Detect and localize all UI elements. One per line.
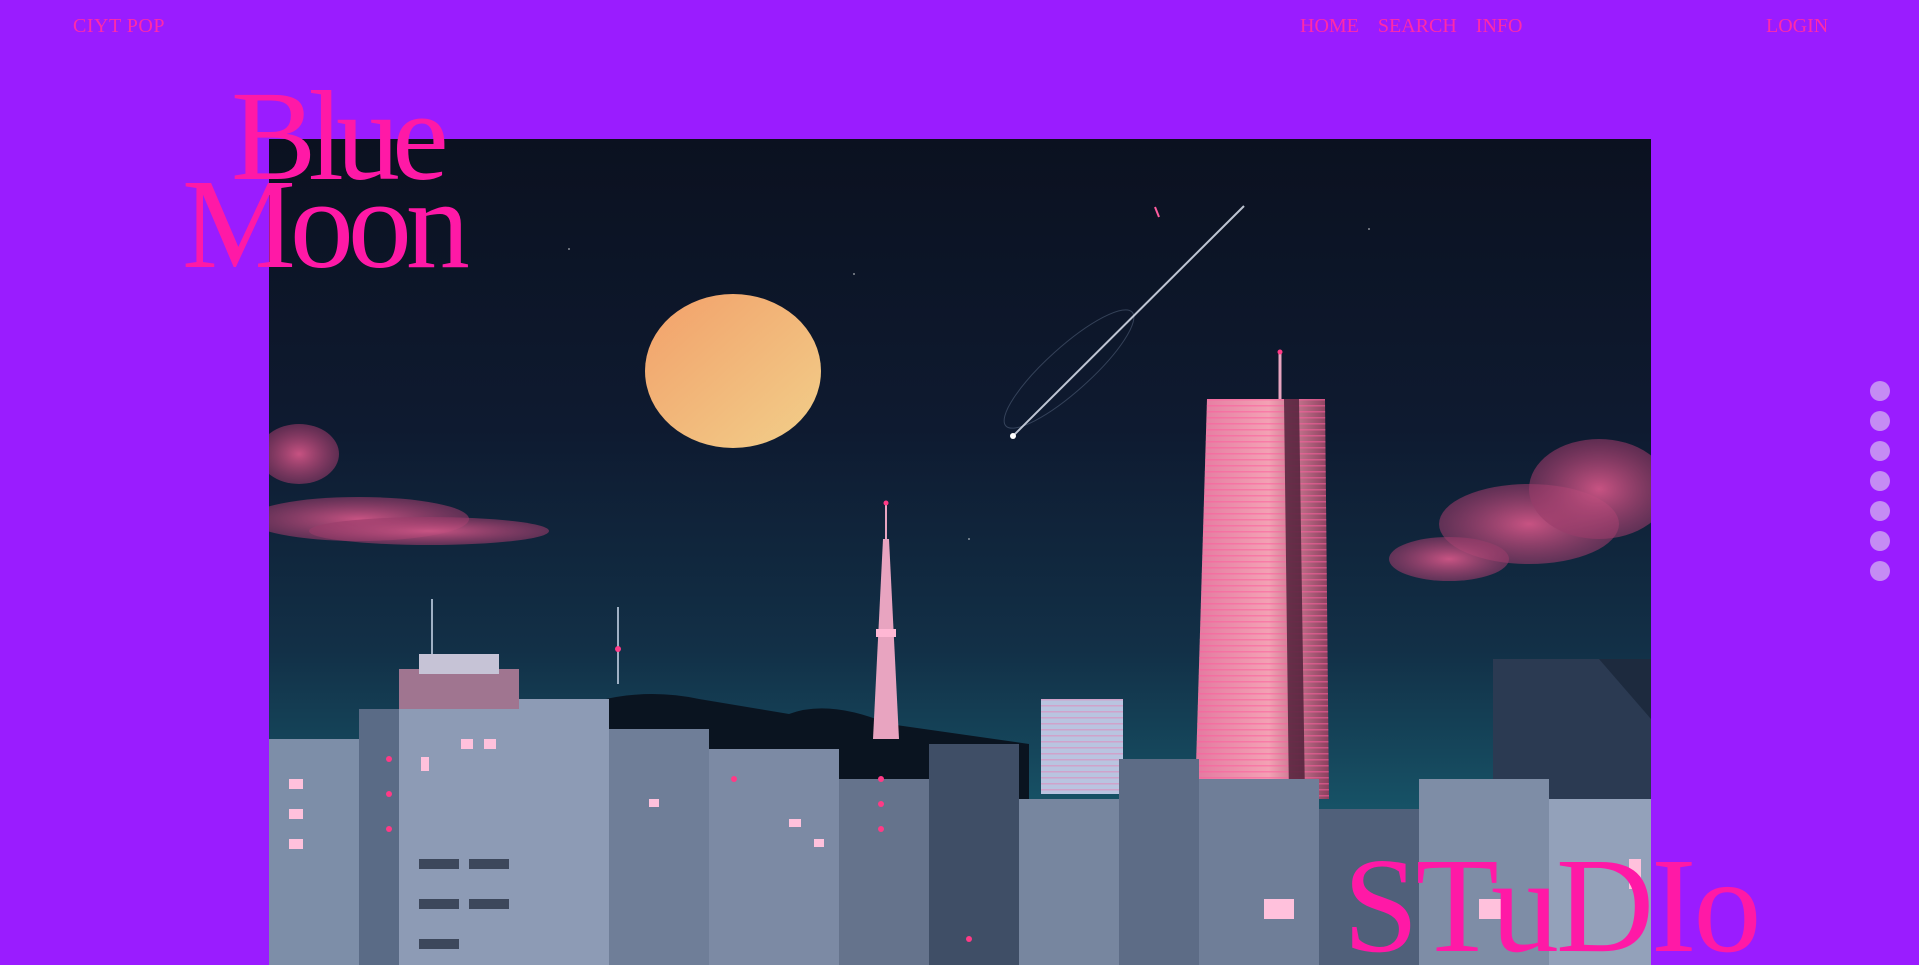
nav-search[interactable]: SEARCH <box>1378 15 1457 38</box>
pager-dot-4[interactable] <box>1870 471 1890 491</box>
pager-dot-6[interactable] <box>1870 531 1890 551</box>
slide-pager <box>1870 381 1890 581</box>
main-nav: HOME SEARCH INFO <box>1300 15 1522 38</box>
hero-title-line-2: Moon <box>182 153 470 295</box>
nav-home[interactable]: HOME <box>1300 15 1359 38</box>
studio-wordmark: STuDIo <box>1343 831 1761 965</box>
pager-dot-1[interactable] <box>1870 381 1890 401</box>
pager-dot-3[interactable] <box>1870 441 1890 461</box>
pager-dot-7[interactable] <box>1870 561 1890 581</box>
pager-dot-5[interactable] <box>1870 501 1890 521</box>
brand-logo[interactable]: CIYT POP <box>73 15 165 38</box>
nav-info[interactable]: INFO <box>1476 15 1523 38</box>
pager-dot-2[interactable] <box>1870 411 1890 431</box>
login-link[interactable]: LOGIN <box>1766 15 1828 38</box>
